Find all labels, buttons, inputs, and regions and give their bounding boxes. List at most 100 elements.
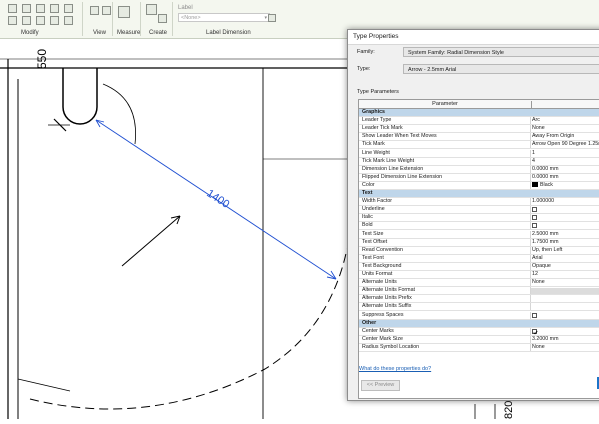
split-icon[interactable] bbox=[36, 16, 45, 25]
parameter-value: 0.0000 mm bbox=[532, 165, 559, 172]
parameter-checkbox[interactable] bbox=[532, 215, 537, 221]
move-icon[interactable] bbox=[50, 4, 59, 13]
parameter-value-cell[interactable]: Up, then Left bbox=[532, 247, 562, 255]
parameter-row[interactable]: Flipped Dimension Line Extension 0.0000 m… bbox=[359, 173, 599, 182]
parameter-name: Text Background bbox=[362, 262, 402, 269]
column-divider bbox=[530, 214, 531, 222]
parameter-row[interactable]: Text Size 2.5000 mm bbox=[359, 230, 599, 239]
column-divider bbox=[530, 335, 531, 343]
parameter-name: Text bbox=[362, 190, 373, 196]
parameter-value-cell[interactable]: Arial bbox=[532, 255, 543, 263]
parameter-name: Dimension Line Extension bbox=[362, 165, 424, 172]
parameter-value-cell[interactable]: Away From Origin bbox=[532, 133, 574, 141]
copy-icon[interactable] bbox=[22, 4, 31, 13]
parameter-value-cell[interactable]: 2.5000 mm bbox=[532, 231, 559, 239]
chevron-down-icon: ▾ bbox=[264, 15, 267, 21]
parameter-value-cell[interactable]: 1 bbox=[532, 150, 535, 158]
type-properties-dialog: Type Properties Family: System Family: R… bbox=[347, 29, 599, 401]
parameter-row[interactable]: Alternate Units Format bbox=[359, 287, 599, 296]
type-select[interactable]: Arrow - 2.5mm Arial bbox=[403, 64, 599, 74]
parameter-row[interactable]: Tick Mark Line Weight 4 bbox=[359, 157, 599, 166]
parameter-value-cell[interactable]: 3.2000 mm bbox=[532, 336, 559, 344]
parameter-row[interactable]: Italic bbox=[359, 214, 599, 223]
parameter-row[interactable]: Alternate Units Suffix bbox=[359, 303, 599, 312]
door-line bbox=[17, 378, 71, 392]
parameter-value-cell[interactable]: Arrow Open 90 Degree 1.25mm bbox=[532, 141, 599, 149]
parameter-row[interactable]: Alternate Units Prefix bbox=[359, 295, 599, 304]
parameter-checkbox[interactable] bbox=[532, 328, 538, 335]
parameter-checkbox[interactable] bbox=[532, 223, 537, 229]
preview-button[interactable]: << Preview bbox=[361, 380, 400, 391]
measure-icon[interactable] bbox=[118, 6, 130, 18]
group-create: Create bbox=[149, 30, 168, 36]
parameter-value-cell[interactable]: 0.0000 mm bbox=[532, 166, 559, 174]
modify-icon[interactable] bbox=[8, 4, 17, 13]
label-edit-icon[interactable] bbox=[268, 14, 276, 22]
family-label: Family: bbox=[357, 49, 375, 55]
parameter-row[interactable]: Text Background Opaque bbox=[359, 262, 599, 271]
help-link[interactable]: What do these properties do? bbox=[359, 366, 431, 372]
parameter-row[interactable]: Underline bbox=[359, 206, 599, 215]
parameter-value-cell[interactable]: Black bbox=[532, 182, 553, 190]
create-component-icon[interactable] bbox=[146, 4, 157, 15]
create-similar-icon[interactable] bbox=[158, 14, 167, 23]
delete-icon[interactable] bbox=[50, 16, 59, 25]
parameter-value-cell[interactable]: Opaque bbox=[532, 263, 551, 271]
parameter-row[interactable]: Suppress Spaces bbox=[359, 311, 599, 320]
parameter-row[interactable]: Text Font Arial bbox=[359, 254, 599, 263]
parameter-row[interactable]: Leader Type Arc bbox=[359, 117, 599, 126]
parameter-row[interactable]: Line Weight 1 bbox=[359, 149, 599, 158]
parameter-value-cell[interactable]: 12 bbox=[532, 271, 538, 279]
parameter-name: Alternate Units Prefix bbox=[362, 295, 412, 302]
column-divider bbox=[530, 279, 531, 287]
column-divider bbox=[530, 303, 531, 311]
parameter-value-cell[interactable]: 1.000000 bbox=[532, 198, 554, 206]
parameter-row[interactable]: Units Format 12 bbox=[359, 271, 599, 280]
trim-icon[interactable] bbox=[22, 16, 31, 25]
view-icon[interactable] bbox=[90, 6, 99, 15]
parameter-name: Graphics bbox=[362, 109, 385, 115]
align-icon[interactable] bbox=[8, 16, 17, 25]
parameter-value-cell[interactable]: 1.7500 mm bbox=[532, 239, 559, 247]
parameter-value-cell[interactable]: None bbox=[532, 279, 545, 287]
parameter-name: Underline bbox=[362, 206, 385, 213]
family-select[interactable]: System Family: Radial Dimension Style bbox=[403, 47, 599, 57]
parameter-row[interactable]: Radius Symbol Location None bbox=[359, 343, 599, 352]
rotate-icon[interactable] bbox=[64, 4, 73, 13]
column-divider bbox=[530, 238, 531, 246]
parameter-row[interactable]: Read Convention Up, then Left bbox=[359, 246, 599, 255]
column-divider bbox=[530, 157, 531, 165]
parameter-row[interactable]: Center Mark Size 3.2000 mm bbox=[359, 335, 599, 344]
parameter-value-cell[interactable]: 0.0000 mm bbox=[532, 174, 559, 182]
parameter-row[interactable]: Show Leader When Text Moves Away From Ori… bbox=[359, 133, 599, 142]
parameter-row[interactable]: Alternate Units None bbox=[359, 279, 599, 288]
parameter-row[interactable]: Bold bbox=[359, 222, 599, 231]
parameter-value-cell[interactable]: 4 bbox=[532, 158, 535, 166]
parameter-checkbox[interactable] bbox=[532, 207, 537, 213]
column-divider bbox=[530, 165, 531, 173]
parameter-name: Show Leader When Text Moves bbox=[362, 133, 437, 140]
column-divider bbox=[530, 230, 531, 238]
parameter-name: Italic bbox=[362, 214, 373, 221]
parameter-value-cell[interactable]: None bbox=[532, 344, 545, 352]
column-divider bbox=[530, 295, 531, 303]
parameter-row[interactable]: Center Marks bbox=[359, 327, 599, 336]
array-icon[interactable] bbox=[64, 16, 73, 25]
parameter-row[interactable]: Width Factor 1.000000 bbox=[359, 198, 599, 207]
parameter-row[interactable]: Dimension Line Extension 0.0000 mm bbox=[359, 165, 599, 174]
separator bbox=[112, 2, 113, 36]
parameter-row[interactable]: Tick Mark Arrow Open 90 Degree 1.25mm bbox=[359, 141, 599, 150]
parameter-value-cell[interactable]: Arc bbox=[532, 117, 540, 125]
parameter-row[interactable]: Leader Tick Mark None bbox=[359, 125, 599, 134]
label-select[interactable]: <None> ▾ bbox=[178, 13, 270, 22]
separator bbox=[172, 2, 173, 36]
parameter-value-cell[interactable]: None bbox=[532, 125, 545, 133]
parameter-row[interactable]: Color Black bbox=[359, 181, 599, 190]
mirror-icon[interactable] bbox=[36, 4, 45, 13]
parameter-checkbox[interactable] bbox=[532, 312, 537, 318]
parameter-row[interactable]: Text Offset 1.7500 mm bbox=[359, 238, 599, 247]
label-panel: Label <None> ▾ bbox=[175, 0, 275, 26]
dialog-titlebar[interactable]: Type Properties bbox=[348, 30, 599, 45]
thin-lines-icon[interactable] bbox=[102, 6, 111, 15]
grid-header-parameter: Parameter bbox=[359, 101, 532, 109]
